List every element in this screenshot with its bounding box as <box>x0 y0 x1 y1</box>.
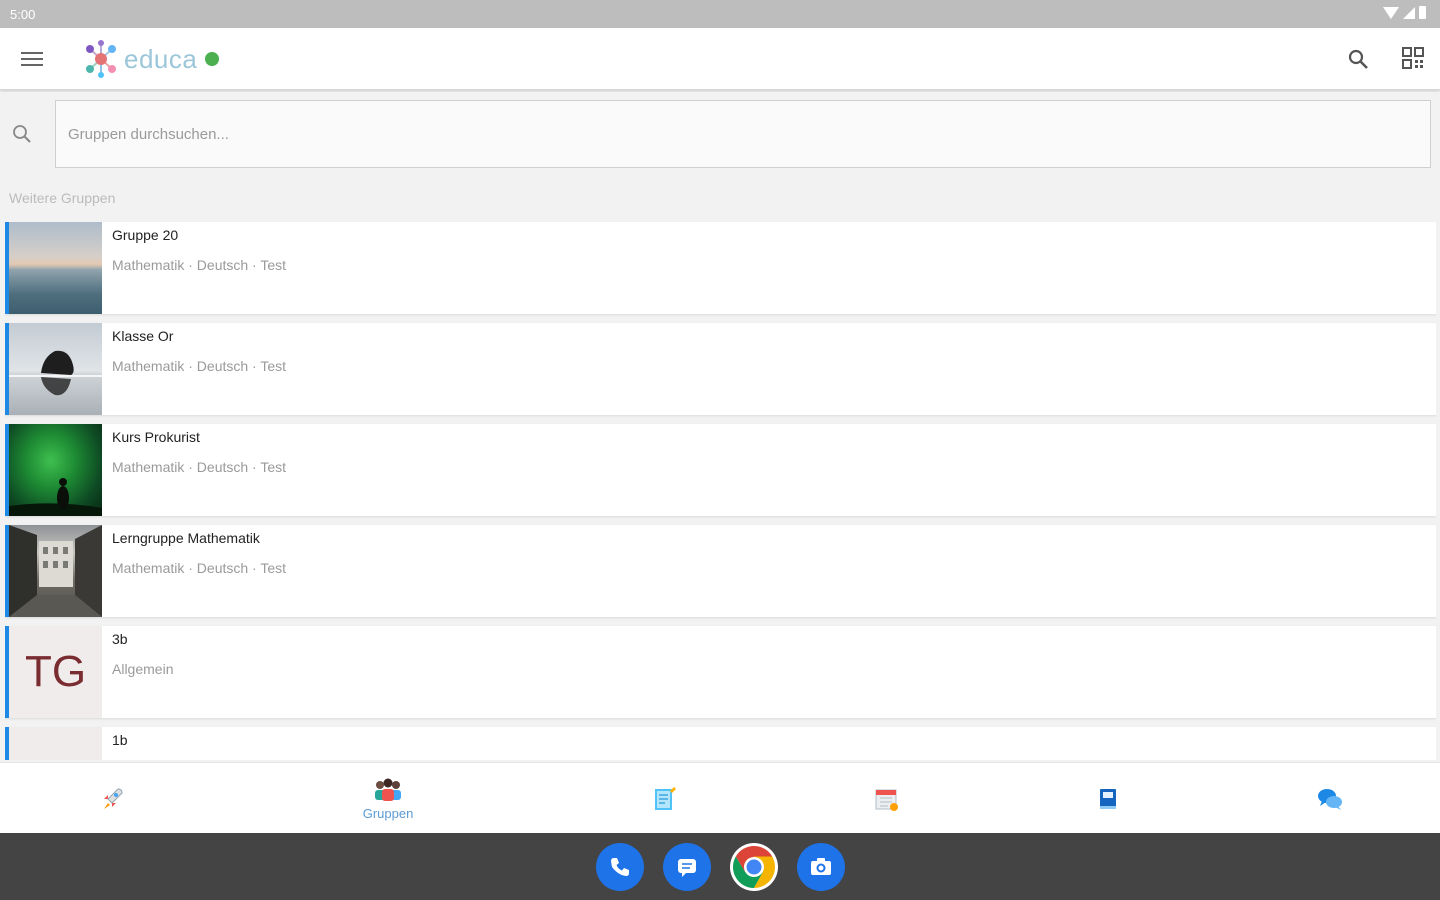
group-name: Gruppe 20 <box>112 227 179 243</box>
messages-icon[interactable] <box>663 843 711 891</box>
group-name: 3b <box>112 631 128 647</box>
group-name: 1b <box>112 732 128 748</box>
section-label: Weitere Gruppen <box>9 190 116 206</box>
app-bar: educa <box>0 28 1440 90</box>
search-field-icon <box>10 122 34 151</box>
educa-logo-icon <box>86 40 116 78</box>
group-name: Kurs Prokurist <box>112 429 200 445</box>
wifi-icon <box>1383 6 1399 19</box>
phone-icon[interactable] <box>596 843 644 891</box>
group-subjects: Mathematik · Deutsch · Test <box>112 358 287 374</box>
online-status-dot <box>205 52 220 66</box>
group-list[interactable]: Gruppe 20 Mathematik · Deutsch · Test Kl… <box>5 222 1436 760</box>
nav-item-files[interactable] <box>1068 763 1148 834</box>
group-subjects: Allgemein <box>112 661 174 677</box>
bottom-navigation: Gruppen <box>0 762 1440 833</box>
signal-icon <box>1403 6 1415 19</box>
battery-icon <box>1419 6 1426 19</box>
book-icon <box>1100 788 1116 809</box>
group-item[interactable]: TG 3b Allgemein <box>5 626 1436 718</box>
chrome-icon[interactable] <box>730 843 778 891</box>
status-time: 5:00 <box>10 7 36 22</box>
group-item[interactable]: Kurs Prokurist Mathematik · Deutsch · Te… <box>5 424 1436 516</box>
lake-sunset-image <box>9 222 102 314</box>
aurora-image <box>9 424 102 516</box>
group-subjects: Mathematik · Deutsch · Test <box>112 257 287 273</box>
group-subjects: Mathematik · Deutsch · Test <box>112 459 287 475</box>
nav-label-gruppen: Gruppen <box>362 806 414 821</box>
search-row <box>0 92 1440 178</box>
nav-item-calendar[interactable] <box>846 763 926 834</box>
street-image <box>9 525 102 617</box>
android-dock <box>0 833 1440 900</box>
rocket-icon <box>104 787 123 809</box>
nav-item-notes[interactable] <box>624 763 704 834</box>
nav-item-dashboard[interactable] <box>72 763 152 834</box>
camera-icon[interactable] <box>797 843 845 891</box>
calendar-icon <box>875 789 898 811</box>
status-bar: 5:00 <box>0 0 1440 28</box>
people-icon <box>375 778 401 801</box>
rock-reflection-image <box>9 323 102 415</box>
group-initials-avatar: TG <box>9 626 102 718</box>
group-name: Lerngruppe Mathematik <box>112 530 260 546</box>
nav-item-gruppen[interactable]: Gruppen <box>348 763 428 834</box>
app-logo: educa <box>82 40 220 78</box>
group-subjects: Mathematik · Deutsch · Test <box>112 560 287 576</box>
group-search-input[interactable] <box>55 100 1431 168</box>
menu-icon[interactable] <box>18 48 46 70</box>
group-initials-avatar <box>9 727 102 760</box>
notepad-icon <box>655 786 676 810</box>
group-item[interactable]: Lerngruppe Mathematik Mathematik · Deuts… <box>5 525 1436 617</box>
group-name: Klasse Or <box>112 328 174 344</box>
group-item[interactable]: Klasse Or Mathematik · Deutsch · Test <box>5 323 1436 415</box>
group-item[interactable]: Gruppe 20 Mathematik · Deutsch · Test <box>5 222 1436 314</box>
brand-name: educa <box>124 43 198 74</box>
chat-icon <box>1318 788 1342 810</box>
nav-item-messages[interactable] <box>1290 763 1370 834</box>
qr-code-icon[interactable] <box>1401 46 1425 75</box>
search-icon[interactable] <box>1346 47 1370 76</box>
group-item[interactable]: 1b <box>5 727 1436 760</box>
system-icons <box>1383 6 1426 19</box>
